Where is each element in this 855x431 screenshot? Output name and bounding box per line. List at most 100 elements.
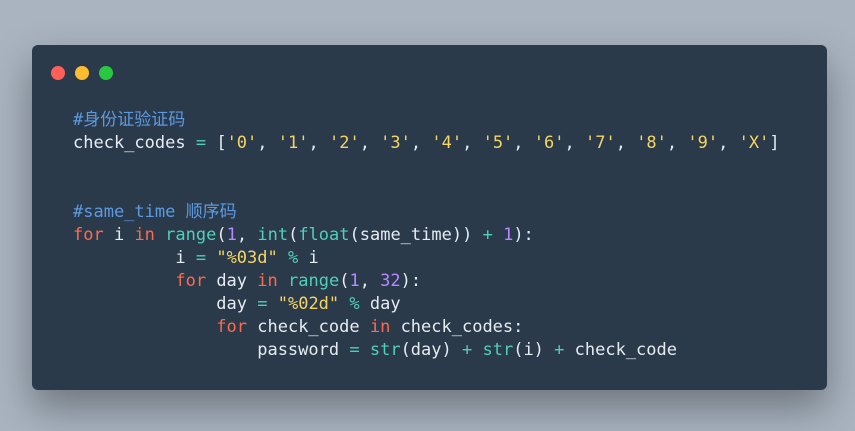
code-token-ident: , [257,133,278,153]
code-window: #身份证验证码 check_codes = ['0', '1', '2', '3'… [32,45,827,390]
code-line: check_codes = ['0', '1', '2', '3', '4', … [73,132,780,155]
code-token-string: '0' [226,133,258,153]
code-token-string: '7' [584,133,616,153]
window-controls [51,66,113,80]
code-token-keyword: for [73,225,104,245]
code-token-ident [73,271,175,291]
code-token-ident: password [73,340,350,360]
code-token-number: 1 [349,271,360,291]
code-token-comment: #身份证验证码 [73,110,186,130]
code-line: i = "%03d" % i [73,247,780,270]
code-token-ident [472,340,482,360]
code-token-ident: [ [206,133,227,153]
code-token-ident: i [103,225,135,245]
code-token-ident: check_codes: [390,317,524,337]
code-token-ident: (day) [400,340,462,360]
code-token-string: '4' [431,133,463,153]
close-button[interactable] [51,66,65,80]
code-token-ident [360,340,370,360]
code-token-ident: ( [288,225,299,245]
code-line: for i in range(1, int(float(same_time)) … [73,224,780,247]
code-token-ident [339,294,349,314]
code-token-op: + [554,340,565,360]
code-token-ident [267,294,277,314]
code-token-ident: , [359,271,381,291]
code-token-ident: ): [400,271,422,291]
code-token-ident: , [513,133,534,153]
maximize-button[interactable] [99,66,113,80]
code-token-ident: day [359,294,401,314]
code-token-ident: check_code [564,340,677,360]
code-token-op: + [461,340,473,360]
code-token-ident: ): [513,225,534,245]
code-token-keyword: for [175,271,207,291]
code-token-ident: , [718,133,739,153]
code-token-ident [155,225,165,245]
code-token-number: 32 [380,271,401,291]
code-token-keyword: in [257,271,278,291]
code-token-builtin: int [257,225,289,245]
code-token-string: "%02d" [277,294,340,314]
code-token-ident: , [666,133,688,153]
code-token-ident: ( [216,225,227,245]
code-token-builtin: range [288,271,340,291]
code-token-string: '2' [328,133,360,153]
code-token-ident: day [73,294,258,314]
code-token-op: = [195,248,207,268]
code-token-ident: i [73,248,196,268]
code-token-ident: check_codes [73,133,196,153]
code-token-op: + [482,225,493,245]
code-token-builtin: range [165,225,217,245]
code-token-string: '1' [277,133,309,153]
code-line: #same_time 顺序码 [73,201,780,224]
code-token-ident: , [462,133,483,153]
code-block[interactable]: #身份证验证码 check_codes = ['0', '1', '2', '3'… [73,109,780,362]
code-token-op: = [257,294,268,314]
code-token-ident: check_code [247,317,370,337]
code-token-ident: ( [339,271,350,291]
code-token-keyword: for [216,317,248,337]
code-token-ident [493,225,503,245]
code-line: password = str(day) + str(i) + check_cod… [73,339,780,362]
code-token-number: 1 [503,225,514,245]
code-token-builtin: str [482,340,514,360]
code-token-ident [206,248,216,268]
code-token-ident [278,248,288,268]
code-token-ident [278,271,288,291]
code-token-string: '6' [533,133,565,153]
code-token-ident: , [615,133,637,153]
code-token-ident: , [308,133,329,153]
code-token-string: 'X' [738,133,770,153]
code-token-ident [73,317,216,337]
code-token-builtin: str [369,340,401,360]
code-token-string: '8' [636,133,667,153]
code-token-ident: i [298,248,319,268]
code-token-op: = [349,340,360,360]
code-token-ident: , [410,133,432,153]
code-token-keyword: in [134,225,155,245]
code-token-ident: ] [769,133,780,153]
code-token-comment: #same_time 顺序码 [73,202,237,222]
code-token-string: '3' [380,133,411,153]
code-token-op: % [349,294,360,314]
code-token-string: "%03d" [216,248,278,268]
code-token-ident: day [206,271,258,291]
code-token-op: = [195,133,207,153]
code-token-ident: , [236,225,258,245]
code-token-number: 1 [226,225,237,245]
code-line: for check_code in check_codes: [73,316,780,339]
code-token-builtin: float [298,225,350,245]
code-token-ident: , [359,133,381,153]
code-token-string: '9' [687,133,719,153]
code-line: for day in range(1, 32): [73,270,780,293]
code-token-ident: , [564,133,585,153]
code-line: #身份证验证码 [73,109,780,132]
code-token-ident: (same_time)) [349,225,483,245]
code-token-op: % [288,248,299,268]
code-token-keyword: in [369,317,391,337]
minimize-button[interactable] [75,66,89,80]
code-token-ident: (i) [513,340,555,360]
code-line: day = "%02d" % day [73,293,780,316]
